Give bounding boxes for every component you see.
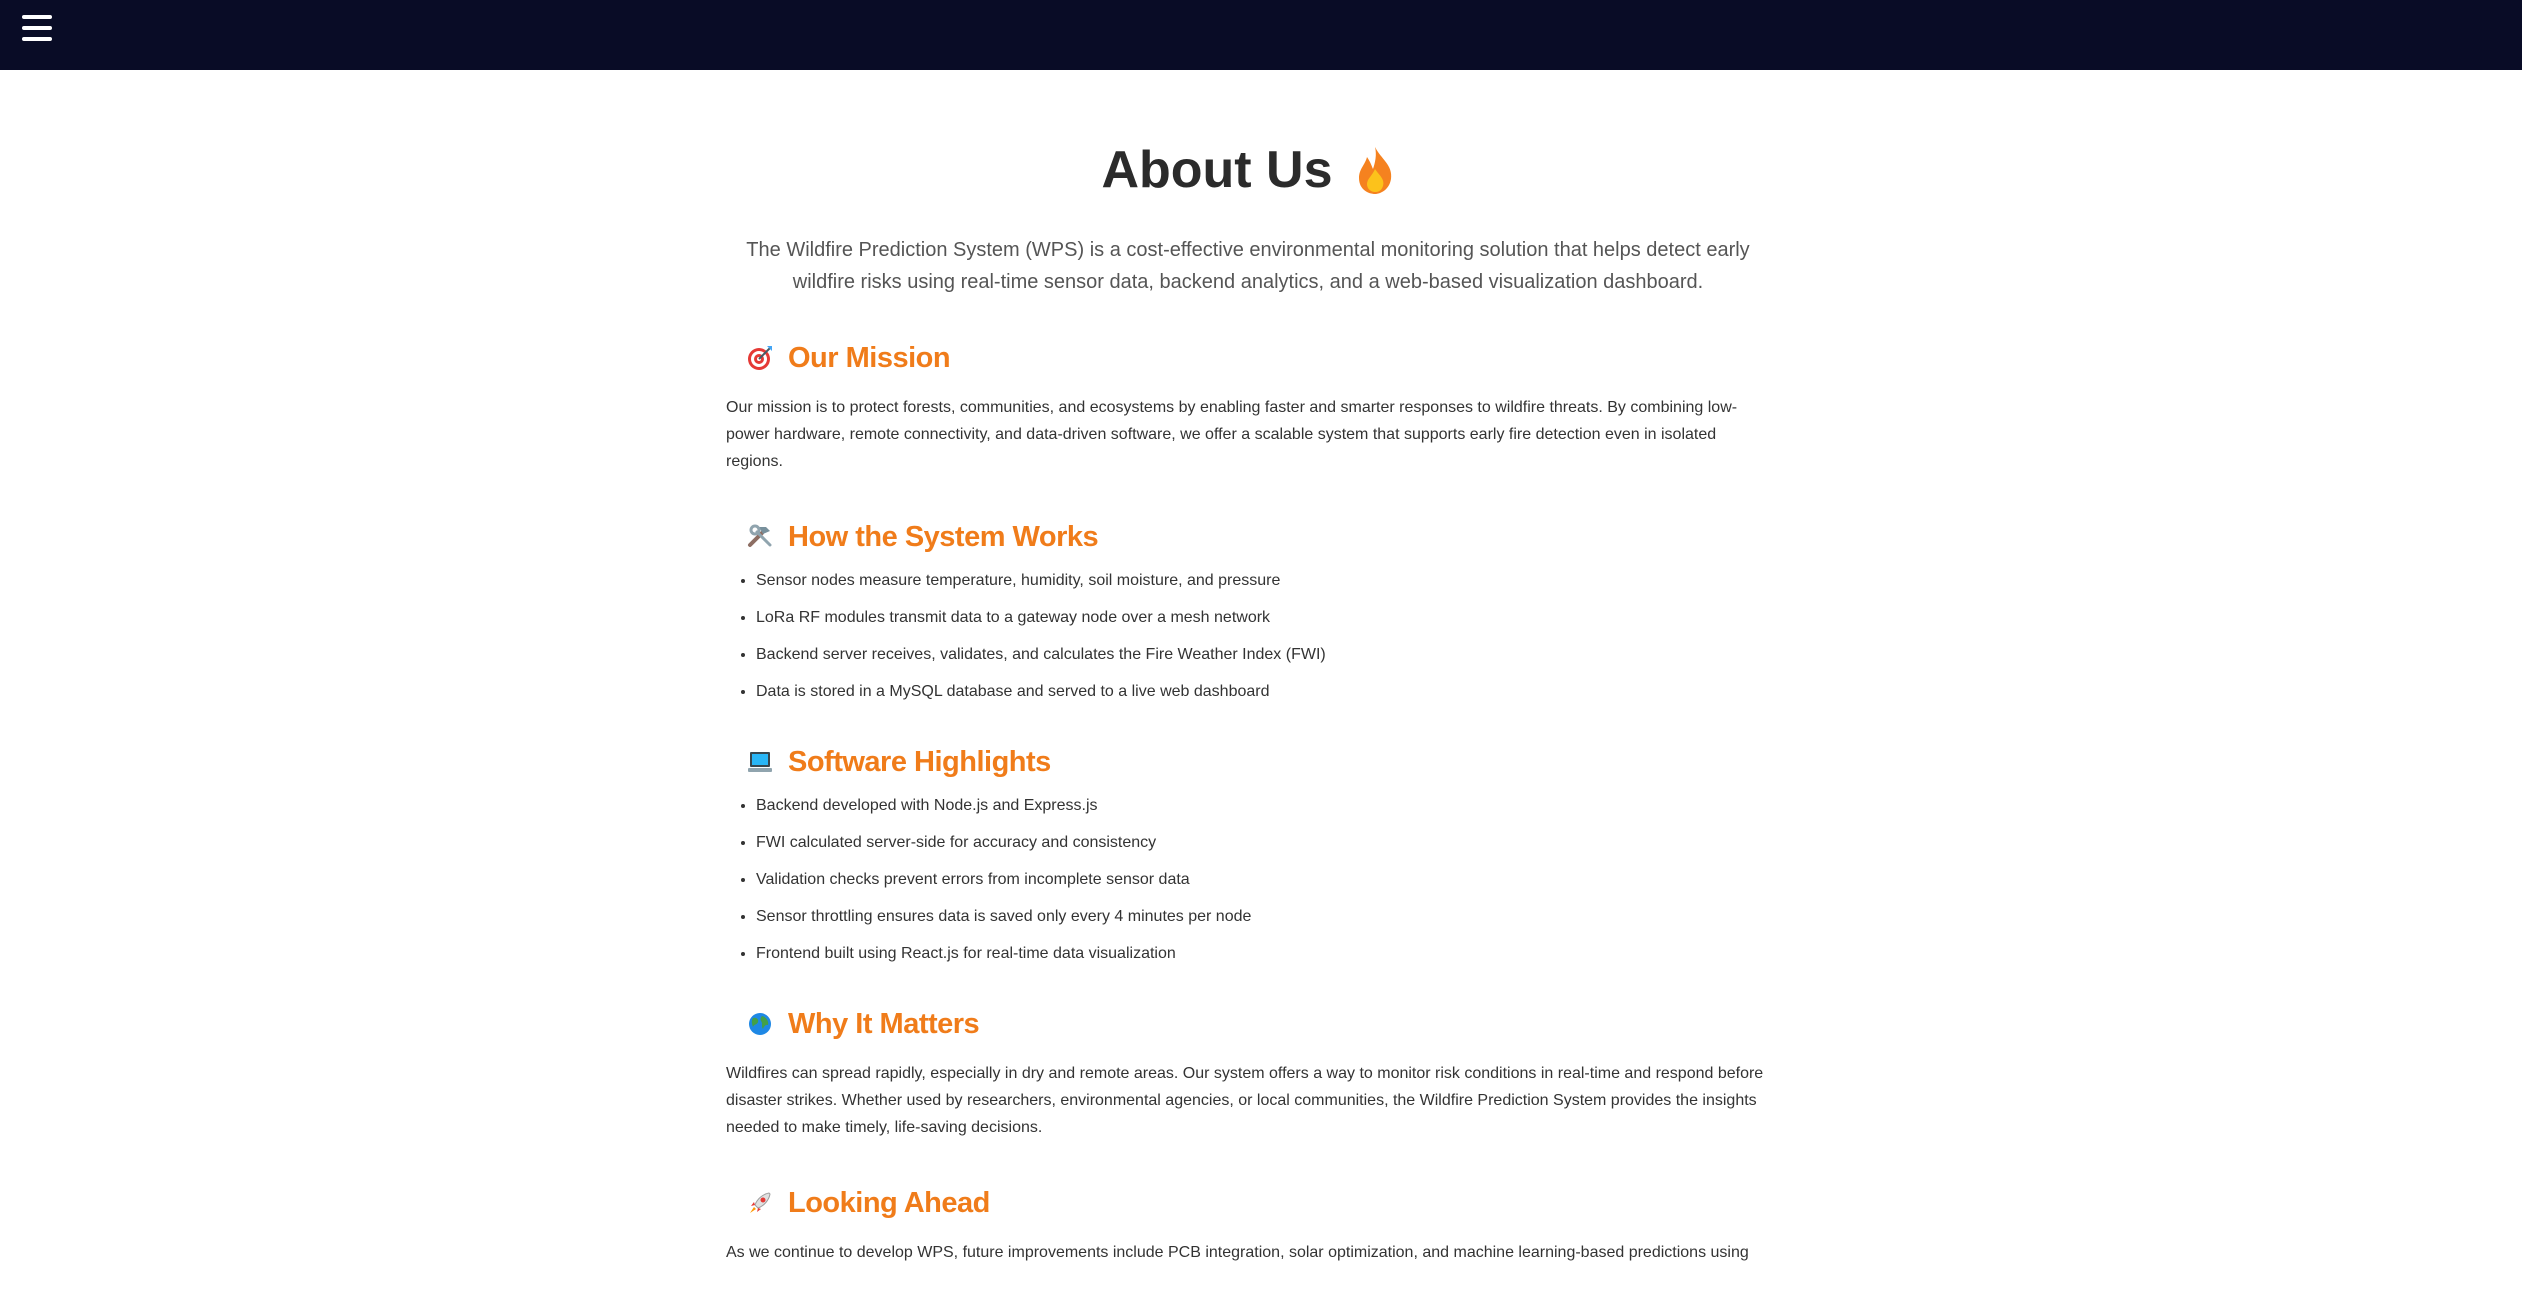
fire-icon	[1358, 147, 1391, 194]
system-list: Sensor nodes measure temperature, humidi…	[726, 571, 1770, 702]
tools-icon	[746, 523, 774, 551]
hamburger-menu-icon[interactable]	[22, 15, 52, 43]
list-item: LoRa RF modules transmit data to a gatew…	[756, 608, 1770, 628]
page-title-row: About Us	[726, 140, 1770, 200]
system-title: How the System Works	[788, 520, 1099, 553]
laptop-icon	[746, 748, 774, 776]
list-item: Data is stored in a MySQL database and s…	[756, 682, 1770, 702]
software-heading: Software Highlights	[746, 742, 1770, 782]
software-title: Software Highlights	[788, 745, 1051, 778]
list-item: FWI calculated server-side for accuracy …	[756, 833, 1770, 853]
matters-heading: Why It Matters	[746, 1004, 1770, 1044]
matters-title: Why It Matters	[788, 1007, 980, 1040]
ahead-section: Looking Ahead As we continue to develop …	[726, 1183, 1770, 1266]
target-icon	[746, 344, 774, 372]
about-content: About Us The Wildfire Prediction System …	[726, 70, 1770, 1282]
system-heading: How the System Works	[746, 517, 1770, 557]
mission-text: Our mission is to protect forests, commu…	[726, 399, 1738, 470]
software-list: Backend developed with Node.js and Expre…	[726, 796, 1770, 964]
page-title: About Us	[1101, 141, 1333, 199]
list-item: Sensor throttling ensures data is saved …	[756, 907, 1770, 927]
list-item: Backend server receives, validates, and …	[756, 645, 1770, 665]
intro-text: The Wildfire Prediction System (WPS) is …	[746, 239, 1750, 293]
rocket-icon	[746, 1189, 774, 1217]
mission-heading: Our Mission	[746, 338, 1770, 378]
matters-text: Wildfires can spread rapidly, especially…	[726, 1065, 1764, 1136]
list-item: Validation checks prevent errors from in…	[756, 870, 1770, 890]
mission-title: Our Mission	[788, 341, 951, 374]
mission-section: Our Mission Our mission is to protect fo…	[726, 338, 1770, 475]
ahead-title: Looking Ahead	[788, 1186, 990, 1219]
top-navbar	[0, 0, 2522, 70]
software-section: Software Highlights Backend developed wi…	[726, 742, 1770, 964]
list-item: Sensor nodes measure temperature, humidi…	[756, 571, 1770, 591]
globe-icon	[746, 1010, 774, 1038]
ahead-text: As we continue to develop WPS, future im…	[726, 1244, 1749, 1261]
ahead-heading: Looking Ahead	[746, 1183, 1770, 1223]
system-section: How the System Works Sensor nodes measur…	[726, 517, 1770, 702]
list-item: Backend developed with Node.js and Expre…	[756, 796, 1770, 816]
matters-section: Why It Matters Wildfires can spread rapi…	[726, 1004, 1770, 1141]
list-item: Frontend built using React.js for real-t…	[756, 944, 1770, 964]
